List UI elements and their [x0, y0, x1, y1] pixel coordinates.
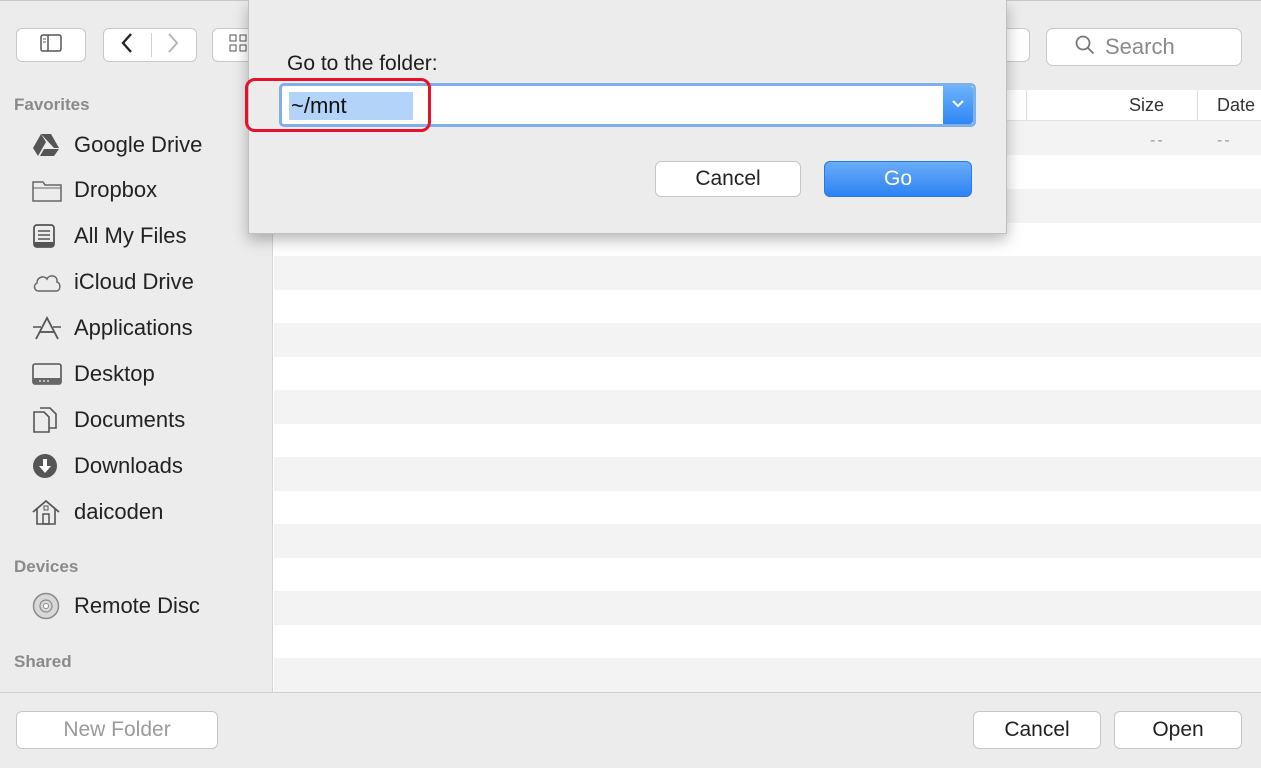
sidebar-item-home[interactable]: daicoden [32, 495, 267, 529]
icon-view-grid [229, 34, 247, 57]
sidebar-item-google-drive[interactable]: Google Drive [32, 128, 267, 162]
disc-icon [32, 592, 64, 620]
path-history-dropdown[interactable] [943, 86, 973, 124]
annotation-highlight-box [245, 78, 431, 132]
sidebar-item-icloud-drive[interactable]: iCloud Drive [32, 265, 267, 299]
downloads-icon [32, 452, 64, 480]
folder-icon [32, 176, 64, 204]
sidebar-item-applications[interactable]: Applications [32, 311, 267, 345]
row-size: -- [1150, 132, 1165, 149]
row-date: -- [1217, 132, 1232, 149]
sidebar-item-label: Desktop [74, 361, 155, 386]
sidebar-item-label: Remote Disc [74, 593, 200, 618]
sidebar: Favorites Google Drive Dropbox All My Fi… [0, 90, 273, 692]
sidebar-item-label: Documents [74, 407, 186, 432]
sidebar-item-label: Applications [74, 315, 193, 340]
sidebar-item-all-my-files[interactable]: All My Files [32, 219, 267, 253]
sidebar-item-desktop[interactable]: Desktop [32, 357, 267, 391]
back-button[interactable] [104, 29, 150, 61]
new-folder-button[interactable]: New Folder [16, 711, 218, 749]
search-icon [1075, 35, 1095, 60]
chevron-right-icon [166, 32, 180, 59]
chevron-down-icon [951, 96, 965, 114]
sidebar-toggle-icon [40, 33, 62, 57]
sidebar-item-label: iCloud Drive [74, 269, 194, 294]
cloud-icon [32, 268, 64, 296]
all-files-icon [32, 222, 64, 250]
search-field[interactable]: Search [1046, 28, 1242, 66]
column-header-date[interactable]: Date [1217, 90, 1255, 120]
column-header-size[interactable]: Size [1129, 90, 1164, 120]
google-drive-icon [32, 131, 64, 159]
sidebar-item-downloads[interactable]: Downloads [32, 449, 267, 483]
dialog-title: Go to the folder: [287, 52, 438, 75]
forward-button[interactable] [150, 29, 196, 61]
open-button[interactable]: Open [1114, 711, 1242, 749]
sidebar-toggle-button[interactable] [16, 28, 86, 62]
sidebar-item-label: Dropbox [74, 177, 158, 202]
sidebar-item-label: Google Drive [74, 132, 203, 157]
search-placeholder: Search [1105, 34, 1175, 59]
back-forward-control [103, 28, 197, 62]
applications-icon [32, 314, 64, 342]
sidebar-item-label: Downloads [74, 453, 183, 478]
sidebar-item-remote-disc[interactable]: Remote Disc [32, 589, 267, 623]
desktop-icon [32, 360, 64, 388]
go-button[interactable]: Go [824, 161, 972, 197]
shared-heading: Shared [14, 652, 72, 671]
dialog-cancel-button[interactable]: Cancel [655, 161, 801, 197]
bottom-bar: New Folder Cancel Open [0, 692, 1261, 768]
documents-icon [32, 406, 64, 434]
sidebar-item-label: daicoden [74, 499, 164, 524]
devices-heading: Devices [14, 557, 79, 576]
chevron-left-icon [120, 32, 134, 59]
cancel-button[interactable]: Cancel [973, 711, 1101, 749]
open-file-window: Search Favorites Google Drive Dropbox Al… [0, 0, 1261, 768]
sidebar-item-label: All My Files [74, 223, 187, 248]
favorites-heading: Favorites [14, 95, 90, 114]
sidebar-item-dropbox[interactable]: Dropbox [32, 173, 267, 207]
sidebar-item-documents[interactable]: Documents [32, 403, 267, 437]
home-icon [32, 498, 64, 526]
